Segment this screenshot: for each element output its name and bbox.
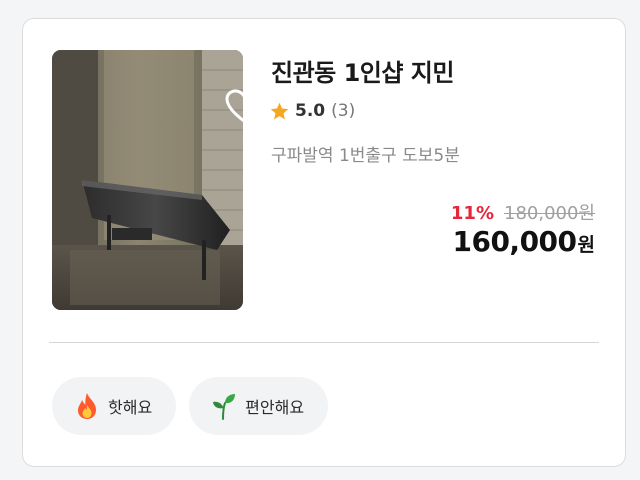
original-price: 180,000원 [504, 203, 595, 224]
divider [49, 342, 599, 343]
price-discount-row: 11% 180,000원 [451, 199, 595, 225]
rating-row: 5.0 (3) [269, 99, 355, 123]
rating-value: 5.0 [295, 101, 326, 121]
heart-icon[interactable] [224, 88, 243, 124]
location-text: 구파발역 1번출구 도보5분 [271, 146, 460, 166]
sprout-icon [213, 394, 236, 420]
tag-comfortable[interactable]: 편안해요 [189, 377, 329, 435]
review-count: (3) [331, 101, 356, 121]
listing-title[interactable]: 진관동 1인샵 지민 [271, 53, 454, 88]
final-price: 160,000 [452, 225, 577, 258]
tag-list: 핫해요 편안해요 [52, 377, 329, 435]
listing-photo[interactable] [52, 50, 243, 310]
tag-hot-label: 핫해요 [108, 398, 153, 417]
discount-badge: 11% [450, 203, 494, 224]
tag-comfortable-label: 편안해요 [245, 398, 305, 417]
final-price-row: 160,000 원 [452, 225, 595, 258]
currency-unit: 원 [577, 234, 595, 256]
fire-icon [78, 393, 96, 419]
tag-hot[interactable]: 핫해요 [52, 377, 177, 435]
star-icon [270, 102, 289, 119]
listing-card[interactable]: 진관동 1인샵 지민 5.0 (3) 구파발역 1번출구 도보5분 11% 18… [22, 18, 626, 467]
